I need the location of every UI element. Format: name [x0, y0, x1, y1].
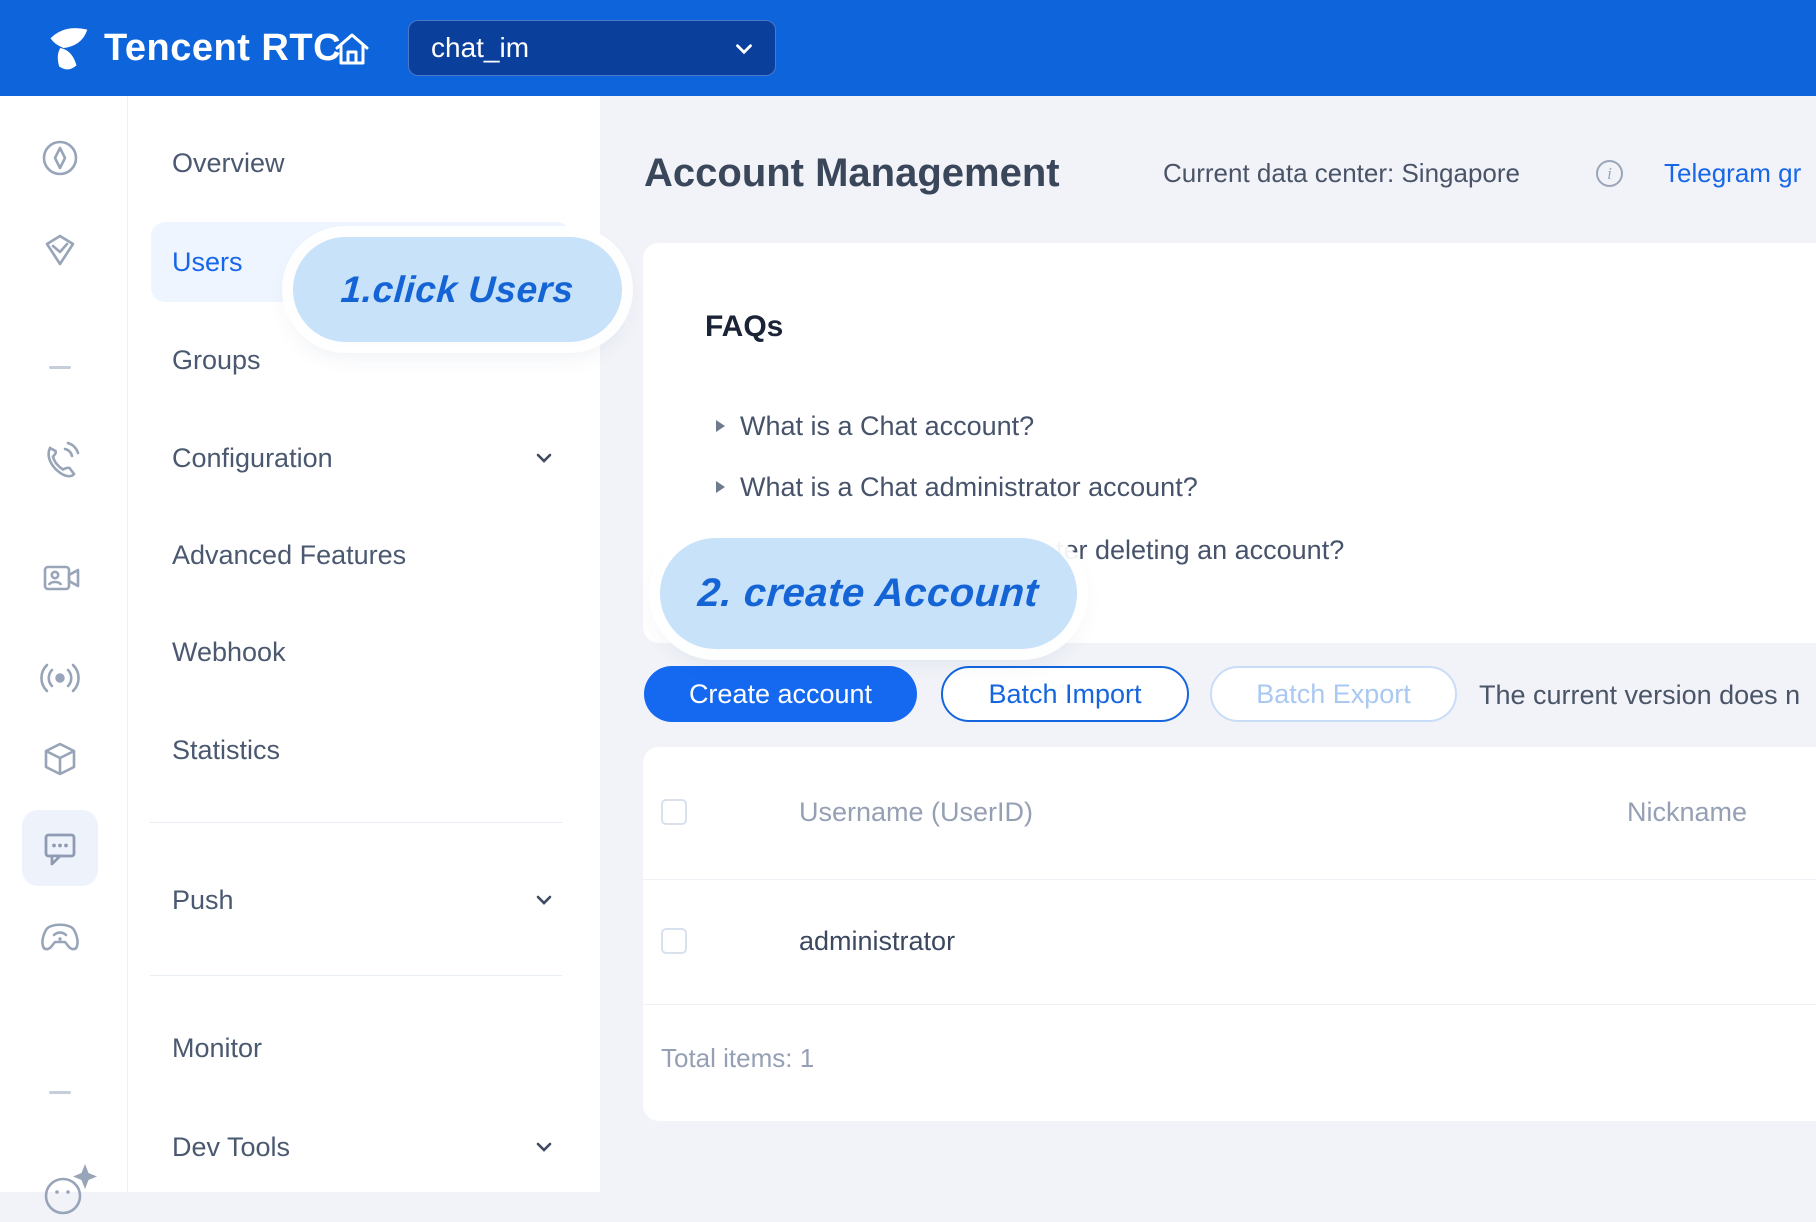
batch-import-button[interactable]: Batch Import	[941, 666, 1189, 722]
chat-icon[interactable]	[37, 825, 83, 871]
batch-export-button: Batch Export	[1210, 666, 1457, 722]
brand-title[interactable]: Tencent RTC	[104, 0, 341, 96]
sidebar-item-label: Monitor	[172, 1016, 262, 1080]
sidebar-item-push[interactable]: Push	[150, 868, 570, 932]
sidebar-item-webhook[interactable]: Webhook	[150, 620, 570, 684]
annotation-step1-text: 1.click Users	[340, 269, 576, 311]
sidebar-divider	[150, 822, 562, 823]
sidebar-item-monitor[interactable]: Monitor	[150, 1016, 570, 1080]
rail-section-divider	[49, 1091, 71, 1094]
table-divider	[643, 879, 1816, 880]
sidebar-divider	[150, 975, 562, 976]
page-title: Account Management	[644, 150, 1060, 196]
cube-icon[interactable]	[37, 737, 83, 783]
sidebar-item-overview[interactable]: Overview	[150, 131, 570, 195]
sidebar-item-label: Webhook	[172, 620, 286, 684]
sidebar-item-label: Push	[172, 868, 234, 932]
sidebar-item-label: Overview	[172, 131, 285, 195]
game-icon[interactable]	[37, 912, 83, 958]
telegram-group-link[interactable]: Telegram gr	[1664, 157, 1801, 189]
home-icon[interactable]	[330, 27, 374, 71]
faq-item[interactable]: What is a Chat administrator account?	[740, 468, 1198, 506]
call-icon[interactable]	[37, 437, 83, 483]
chevron-down-icon	[532, 888, 556, 912]
faq-item-partially-covered[interactable]: ter deleting an account?	[1056, 531, 1344, 569]
rail-divider	[127, 96, 128, 1192]
chevron-down-icon	[532, 1135, 556, 1159]
faq-title: FAQs	[705, 307, 783, 347]
sidebar-item-label: Statistics	[172, 718, 280, 782]
sidebar-item-configuration[interactable]: Configuration	[150, 426, 570, 490]
sidebar-item-advanced-features[interactable]: Advanced Features	[150, 523, 570, 587]
create-account-button[interactable]: Create account	[644, 666, 917, 722]
video-call-icon[interactable]	[37, 555, 83, 601]
column-header-username: Username (UserID)	[799, 797, 1033, 827]
data-center-label: Current data center: Singapore	[1163, 157, 1520, 189]
app-selector-dropdown[interactable]: chat_im	[408, 20, 776, 76]
chevron-down-icon	[731, 36, 757, 62]
triangle-right-icon	[716, 481, 725, 493]
sidebar-item-statistics[interactable]: Statistics	[150, 718, 570, 782]
tencent-rtc-logo-icon[interactable]	[44, 22, 96, 74]
select-all-checkbox[interactable]	[661, 799, 687, 825]
compass-icon[interactable]	[37, 135, 83, 181]
annotation-step1-bubble: 1.click Users	[293, 237, 622, 342]
ai-assistant-icon[interactable]	[37, 1162, 83, 1192]
sidebar-item-label: Advanced Features	[172, 523, 406, 587]
faq-item[interactable]: What is a Chat account?	[740, 407, 1034, 445]
sidebar-item-label: Dev Tools	[172, 1115, 290, 1179]
sidebar-item-label: Configuration	[172, 426, 333, 490]
version-note-text: The current version does n	[1479, 678, 1800, 712]
total-items-text: Total items: 1	[661, 1043, 814, 1073]
annotation-step2-bubble: 2. create Account	[660, 538, 1077, 649]
column-header-nickname: Nickname	[1627, 797, 1747, 827]
sidebar-item-label: Groups	[172, 328, 261, 392]
app-selector-value: chat_im	[431, 21, 529, 75]
chevron-down-icon	[532, 446, 556, 470]
sidebar-item-dev-tools[interactable]: Dev Tools	[150, 1115, 570, 1179]
broadcast-icon[interactable]	[37, 655, 83, 701]
triangle-right-icon	[716, 420, 725, 432]
top-navigation-bar: Tencent RTC chat_im	[0, 0, 1816, 96]
table-row-username: administrator	[799, 926, 955, 956]
info-icon[interactable]: i	[1596, 160, 1623, 187]
table-divider	[643, 1004, 1816, 1005]
row-checkbox[interactable]	[661, 928, 687, 954]
annotation-step2-text: 2. create Account	[697, 571, 1041, 616]
sidebar-item-label: Users	[172, 230, 243, 294]
rail-section-divider	[49, 366, 71, 369]
gem-icon[interactable]	[37, 227, 83, 273]
